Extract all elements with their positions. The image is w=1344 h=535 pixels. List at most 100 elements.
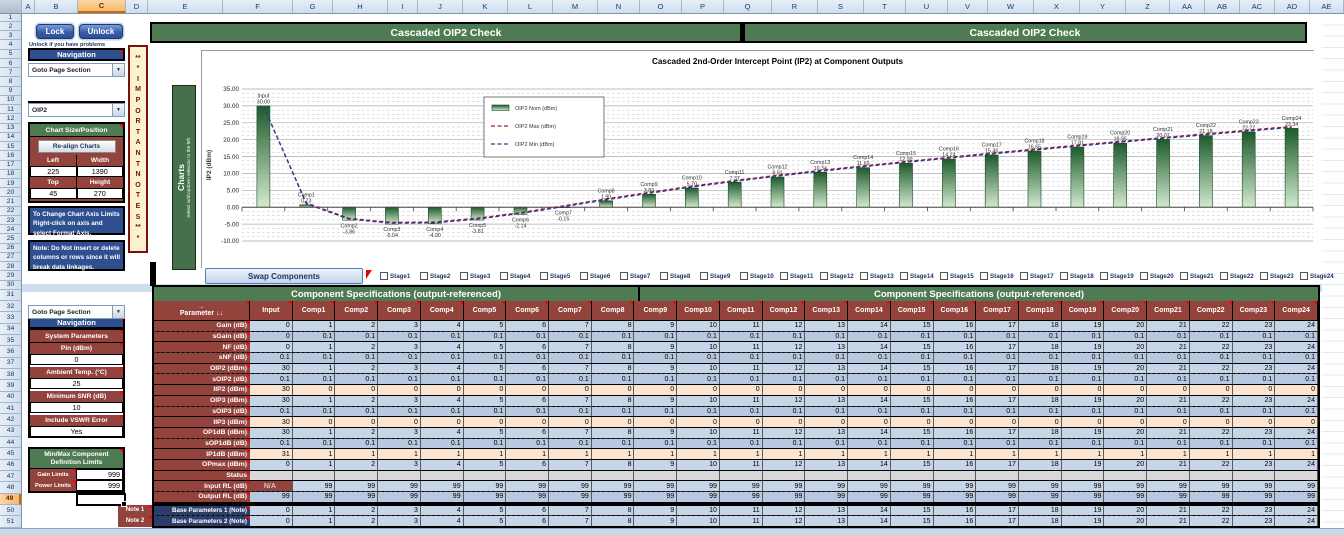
cell-nfdb-Comp10[interactable]: 10: [677, 342, 720, 353]
cell-nfdb-Comp1[interactable]: 1: [292, 342, 336, 353]
cell-opmaxdbm-Comp17[interactable]: 17: [976, 459, 1019, 470]
cell-iip3dbm-Comp9[interactable]: 0: [634, 417, 678, 427]
navigation-dropdown[interactable]: Goto Page Section ▼: [28, 63, 125, 77]
cell-baseparameters1note-Comp22[interactable]: 22: [1189, 505, 1233, 516]
cell-opmaxdbm-Comp13[interactable]: 13: [805, 459, 849, 470]
cell-inputrldb-Comp15[interactable]: 99: [890, 481, 934, 491]
cell-iip2dbm-Comp21[interactable]: 0: [1147, 385, 1190, 395]
cell-sgaindb-Comp22[interactable]: 0.1: [1189, 331, 1233, 342]
cell-soip3db-Comp24[interactable]: 0.1: [1275, 406, 1318, 417]
column-header-J[interactable]: J: [418, 0, 463, 13]
cell-baseparameters2note-Comp4[interactable]: 4: [420, 516, 464, 527]
cell-oip2dbm-Comp19[interactable]: 19: [1061, 363, 1105, 374]
parameter-header-cell[interactable]: → Parameter ↓↓: [154, 301, 250, 320]
cell-oip2dbm-Comp24[interactable]: 24: [1275, 363, 1318, 374]
column-header-M[interactable]: M: [553, 0, 598, 13]
cell-baseparameters1note-Comp3[interactable]: 3: [378, 505, 421, 516]
column-header-L[interactable]: L: [508, 0, 553, 13]
row-header-44[interactable]: 44: [0, 437, 21, 449]
row-header-8[interactable]: 8: [0, 77, 21, 87]
cell-snfdb-Comp5[interactable]: 0.1: [463, 353, 507, 363]
cell-soip2db-Comp8[interactable]: 0.1: [591, 374, 635, 385]
cell-gaindb-Comp19[interactable]: 19: [1061, 321, 1105, 331]
cell-oip3dbm-Comp16[interactable]: 16: [933, 395, 977, 406]
row-header-18[interactable]: 18: [0, 169, 21, 179]
checkbox-icon[interactable]: [1140, 272, 1148, 280]
power-limits-value[interactable]: 999: [76, 480, 123, 491]
cell-sgaindb-Comp15[interactable]: 0.1: [890, 331, 934, 342]
cell-ip1dbdbm-Comp23[interactable]: 1: [1232, 449, 1276, 459]
cell-nfdb-Comp7[interactable]: 7: [549, 342, 592, 353]
column-header-V[interactable]: V: [948, 0, 988, 13]
cell-baseparameters1note-Comp21[interactable]: 21: [1147, 505, 1190, 516]
cell-soip2db-Comp17[interactable]: 0.1: [976, 374, 1019, 385]
cell-baseparameters1note-Comp18[interactable]: 18: [1018, 505, 1062, 516]
cell-sgaindb-Comp21[interactable]: 0.1: [1147, 331, 1190, 342]
stage-checkbox-22[interactable]: Stage22: [1220, 271, 1254, 281]
cell-ip1dbdbm-Comp10[interactable]: 1: [677, 449, 720, 459]
cell-opmaxdbm-Input[interactable]: 0: [250, 459, 293, 470]
cell-inputrldb-Comp8[interactable]: 99: [591, 481, 635, 491]
row-header-35[interactable]: 35: [0, 335, 21, 347]
cell-iip3dbm-Comp11[interactable]: 0: [719, 417, 763, 427]
cell-ip1dbdbm-Comp24[interactable]: 1: [1275, 449, 1318, 459]
cell-baseparameters2note-Comp2[interactable]: 2: [335, 516, 379, 527]
cell-nfdb-Comp14[interactable]: 14: [848, 342, 891, 353]
cell-oip2dbm-Input[interactable]: 30: [250, 363, 293, 374]
cell-snfdb-Comp20[interactable]: 0.1: [1104, 353, 1148, 363]
stage-checkbox-16[interactable]: Stage16: [980, 271, 1014, 281]
cell-op1dbdbm-Comp23[interactable]: 23: [1232, 427, 1276, 438]
cell-baseparameters1note-Comp2[interactable]: 2: [335, 505, 379, 516]
cell-inputrldb-Comp7[interactable]: 99: [549, 481, 592, 491]
cell-inputrldb-Comp22[interactable]: 99: [1189, 481, 1233, 491]
row-header-17[interactable]: 17: [0, 160, 21, 170]
column-header-N[interactable]: N: [598, 0, 640, 13]
row-header-45[interactable]: 45: [0, 448, 21, 460]
row-header-24[interactable]: 24: [0, 225, 21, 235]
row-label[interactable]: Base Parameters 1 (Note): [154, 505, 250, 516]
cell-outputrldb-Comp15[interactable]: 99: [890, 492, 934, 502]
cell-sgaindb-Comp2[interactable]: 0.1: [335, 331, 379, 342]
cell-inputrldb-Comp20[interactable]: 99: [1104, 481, 1148, 491]
row-header-33[interactable]: 33: [0, 312, 21, 324]
cell-iip2dbm-Comp3[interactable]: 0: [378, 385, 421, 395]
cell-oip3dbm-Comp23[interactable]: 23: [1232, 395, 1276, 406]
cell-status-Comp19[interactable]: [1061, 470, 1105, 481]
cell-baseparameters2note-Comp14[interactable]: 14: [848, 516, 891, 527]
vswr-error-value[interactable]: Yes: [30, 426, 123, 437]
cell-iip2dbm-Comp5[interactable]: 0: [463, 385, 507, 395]
cell-baseparameters2note-Comp17[interactable]: 17: [976, 516, 1019, 527]
checkbox-icon[interactable]: [1220, 272, 1228, 280]
cell-baseparameters1note-Comp11[interactable]: 11: [719, 505, 763, 516]
row-header-15[interactable]: 15: [0, 142, 21, 152]
col-header-Comp14[interactable]: Comp14: [848, 301, 891, 320]
cell-inputrldb-Comp4[interactable]: 99: [420, 481, 464, 491]
cell-sop1dbdb-Comp12[interactable]: 0.1: [762, 438, 806, 449]
cell-gaindb-Comp7[interactable]: 7: [549, 321, 592, 331]
cell-ip1dbdbm-Comp22[interactable]: 1: [1189, 449, 1233, 459]
cell-sgaindb-Comp4[interactable]: 0.1: [420, 331, 464, 342]
cell-sgaindb-Comp23[interactable]: 0.1: [1232, 331, 1276, 342]
cell-gaindb-Comp13[interactable]: 13: [805, 321, 849, 331]
stage-checkbox-10[interactable]: Stage10: [740, 271, 774, 281]
cell-oip3dbm-Comp17[interactable]: 17: [976, 395, 1019, 406]
row-header-43[interactable]: 43: [0, 425, 21, 438]
row-label[interactable]: OIP3 (dBm): [154, 395, 250, 406]
row-label[interactable]: IIP2 (dBm): [154, 385, 250, 395]
cell-soip2db-Comp5[interactable]: 0.1: [463, 374, 507, 385]
cell-iip3dbm-Comp18[interactable]: 0: [1018, 417, 1062, 427]
column-header-C[interactable]: C: [78, 0, 126, 13]
cell-soip2db-Comp19[interactable]: 0.1: [1061, 374, 1105, 385]
stage-checkbox-24[interactable]: Stage24: [1300, 271, 1334, 281]
cell-iip3dbm-Comp8[interactable]: 0: [591, 417, 635, 427]
cell-inputrldb-Input[interactable]: N/A: [250, 481, 293, 491]
row-label[interactable]: Gain (dB): [154, 321, 250, 331]
cell-sop1dbdb-Comp9[interactable]: 0.1: [634, 438, 678, 449]
chevron-down-icon[interactable]: ▼: [112, 64, 124, 76]
gain-limits-value[interactable]: 999: [76, 469, 123, 480]
cell-gaindb-Comp14[interactable]: 14: [848, 321, 891, 331]
row-header-39[interactable]: 39: [0, 380, 21, 392]
cell-nfdb-Comp3[interactable]: 3: [378, 342, 421, 353]
column-header-G[interactable]: G: [293, 0, 333, 13]
row-header-29[interactable]: 29: [0, 271, 21, 281]
